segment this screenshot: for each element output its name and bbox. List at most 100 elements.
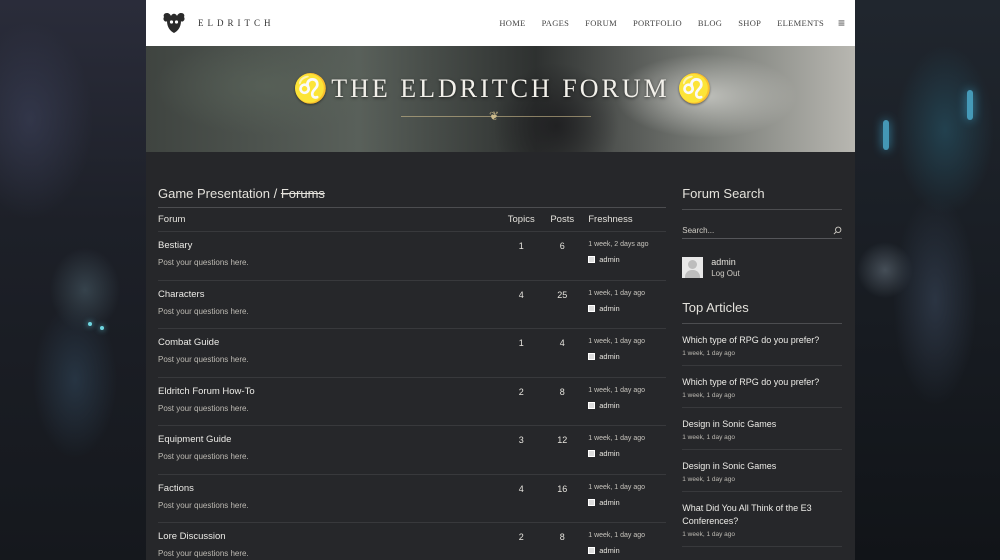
background-art-left <box>0 0 146 560</box>
topic-count: 4 <box>518 289 524 300</box>
article-link[interactable]: Which type of RPG do you prefer? <box>682 376 842 389</box>
freshness-link[interactable]: 1 week, 1 day ago <box>588 337 666 345</box>
nav-item-elements[interactable]: ELEMENTS <box>769 18 832 28</box>
article-time: 1 week, 1 day ago <box>682 434 735 441</box>
nav-item-forum[interactable]: FORUM <box>577 18 625 28</box>
post-count: 8 <box>559 532 565 542</box>
forum-description: Post your questions here. <box>158 258 249 267</box>
table-row: Eldritch Forum How-To Post your questions… <box>158 378 667 426</box>
ram-skull-icon <box>163 13 185 34</box>
forum-title-link[interactable]: Characters <box>158 289 502 300</box>
avatar <box>588 304 596 312</box>
list-item: Design in Sonic Games 1 week, 1 day ago <box>682 450 842 492</box>
top-navigation-bar: ELDRITCH HOME PAGES FORUM PORTFOLIO BLOG… <box>146 0 855 46</box>
forum-title-link[interactable]: Factions <box>158 483 502 494</box>
site-container: ELDRITCH HOME PAGES FORUM PORTFOLIO BLOG… <box>146 0 855 560</box>
freshness-link[interactable]: 1 week, 1 day ago <box>588 289 666 297</box>
forum-description: Post your questions here. <box>158 306 249 316</box>
post-count: 12 <box>557 435 568 445</box>
breadcrumb-link-forums[interactable]: Forums <box>281 186 325 201</box>
glowing-eye-decoration <box>100 326 104 330</box>
forum-description: Post your questions here. <box>158 549 249 558</box>
list-item: Which type of RPG do you prefer? 1 week,… <box>682 366 842 408</box>
header-forum: Forum <box>158 214 186 225</box>
table-row: Bestiary Post your questions here. 1 6 1 … <box>158 232 667 281</box>
forum-description: Post your questions here. <box>158 500 249 510</box>
list-item: What Did You All Think of the E3 Confere… <box>682 492 842 547</box>
table-row: Factions Post your questions here. 4 16 1… <box>158 475 667 523</box>
author-link[interactable]: admin <box>599 401 619 410</box>
breadcrumb-section: Game Presentation <box>158 186 271 201</box>
logout-link[interactable]: Log Out <box>711 269 739 278</box>
forum-title-link[interactable]: Eldritch Forum How-To <box>158 386 502 397</box>
article-link[interactable]: Design in Sonic Games <box>682 460 842 473</box>
forum-title-link[interactable]: Equipment Guide <box>158 434 502 445</box>
forum-title-link[interactable]: Lore Discussion <box>158 531 502 542</box>
topic-count: 1 <box>518 241 524 251</box>
author-link[interactable]: admin <box>599 449 619 458</box>
forum-list: Game Presentation / Forums Forum Topics … <box>158 186 667 560</box>
freshness-link[interactable]: 1 week, 2 days ago <box>588 240 666 248</box>
nav-item-blog[interactable]: BLOG <box>690 18 730 28</box>
nav-item-shop[interactable]: SHOP <box>730 18 769 28</box>
article-link[interactable]: Design in Sonic Games <box>682 418 842 431</box>
topic-count: 2 <box>518 386 524 397</box>
forum-banner: ♌ THE ELDRITCH FORUM ♌ ❦ <box>146 46 855 152</box>
post-count: 6 <box>559 241 565 251</box>
search-form <box>682 226 842 239</box>
topic-count: 1 <box>518 338 524 348</box>
ornament-icon: ❦ <box>489 109 500 123</box>
freshness-link[interactable]: 1 week, 1 day ago <box>588 386 666 394</box>
article-time: 1 week, 1 day ago <box>682 392 735 399</box>
breadcrumb-separator: / <box>270 186 281 201</box>
breadcrumb: Game Presentation / Forums <box>158 186 667 208</box>
author-link[interactable]: admin <box>599 498 619 507</box>
author-link[interactable]: admin <box>599 352 619 361</box>
hamburger-icon[interactable]: ≡ <box>832 16 845 30</box>
avatar <box>588 498 596 506</box>
forum-description: Post your questions here. <box>158 452 249 461</box>
header-freshness: Freshness <box>588 214 633 225</box>
freshness-link[interactable]: 1 week, 1 day ago <box>588 434 666 442</box>
post-count: 8 <box>559 386 565 397</box>
user-avatar-icon[interactable] <box>682 257 704 278</box>
avatar <box>588 547 596 554</box>
topic-count: 4 <box>518 483 524 494</box>
freshness-link[interactable]: 1 week, 1 day ago <box>588 483 666 491</box>
banner-title: THE ELDRITCH FORUM <box>331 74 670 103</box>
forum-search-title: Forum Search <box>682 186 842 210</box>
forum-description: Post your questions here. <box>158 403 249 413</box>
list-item: Which type of RPG do you prefer? 1 week,… <box>682 324 842 366</box>
article-time: 1 week, 1 day ago <box>682 531 735 538</box>
article-link[interactable]: Which type of RPG do you prefer? <box>682 334 842 347</box>
user-name-link[interactable]: admin <box>711 257 739 267</box>
article-time: 1 week, 1 day ago <box>682 476 735 483</box>
page-content: Game Presentation / Forums Forum Topics … <box>146 152 855 560</box>
header-topics: Topics <box>507 214 535 225</box>
background-art-right <box>855 0 1000 560</box>
author-link[interactable]: admin <box>599 546 619 555</box>
freshness-link[interactable]: 1 week, 1 day ago <box>588 531 666 539</box>
table-row: Combat Guide Post your questions here. 1 … <box>158 329 667 378</box>
header-posts: Posts <box>550 214 575 225</box>
main-nav: HOME PAGES FORUM PORTFOLIO BLOG SHOP ELE… <box>491 16 845 30</box>
author-link[interactable]: admin <box>599 304 619 313</box>
forum-description: Post your questions here. <box>158 355 249 364</box>
search-icon[interactable] <box>833 226 842 235</box>
nav-item-portfolio[interactable]: PORTFOLIO <box>625 18 690 28</box>
logged-in-user: admin Log Out <box>682 257 842 278</box>
author-link[interactable]: admin <box>599 255 619 264</box>
list-item: Design in Sonic Games 1 week, 1 day ago <box>682 408 842 450</box>
top-articles-title: Top Articles <box>682 300 842 324</box>
sidebar: Forum Search admin Log Out Top Articles … <box>682 186 842 560</box>
glow-decoration <box>883 120 889 150</box>
avatar <box>588 256 596 263</box>
nav-item-pages[interactable]: PAGES <box>534 18 578 28</box>
nav-item-home[interactable]: HOME <box>491 18 533 28</box>
forum-title-link[interactable]: Combat Guide <box>158 337 502 348</box>
site-logo[interactable]: ELDRITCH <box>160 11 275 35</box>
search-input[interactable] <box>682 226 833 235</box>
forum-title-link[interactable]: Bestiary <box>158 240 502 251</box>
article-link[interactable]: What Did You All Think of the E3 Confere… <box>682 502 842 528</box>
glowing-eye-decoration <box>88 322 92 326</box>
